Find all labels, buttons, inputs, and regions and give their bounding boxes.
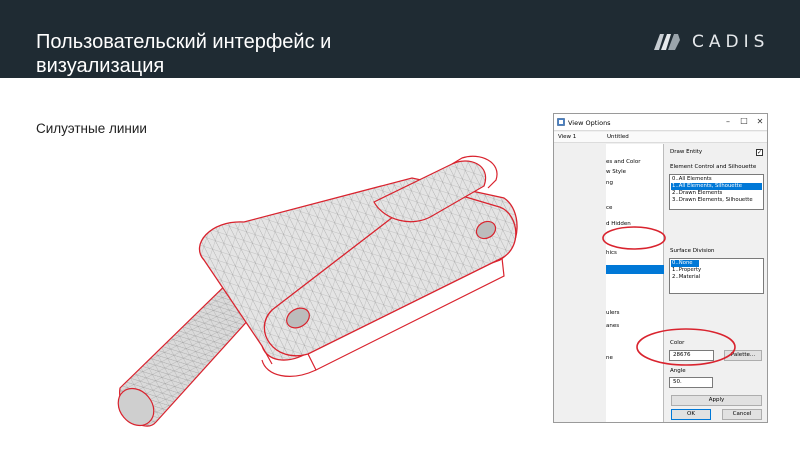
apply-button[interactable]: Apply — [671, 395, 762, 406]
color-field[interactable]: 28676 — [669, 350, 714, 361]
tree-item[interactable]: w Style — [606, 169, 626, 175]
palette-button[interactable]: Palette... — [724, 350, 762, 361]
dialog-title: View Options — [568, 119, 611, 127]
options-panel: Draw Entity ✓ Element Control and Silhou… — [668, 144, 766, 422]
element-control-list[interactable]: 0..All Elements 1..All Elements, Silhoue… — [669, 174, 764, 210]
page-title-line2: визуализация — [36, 55, 165, 77]
draw-entity-label: Draw Entity — [670, 149, 703, 155]
tree-item[interactable]: ng — [606, 180, 613, 186]
surface-division-label: Surface Division — [670, 248, 715, 254]
list-item-selected[interactable]: 0..None — [672, 260, 693, 266]
list-item[interactable]: 1..Property — [672, 267, 701, 273]
tree-item[interactable]: ce — [606, 205, 612, 211]
draw-entity-checkbox[interactable]: ✓ — [756, 149, 763, 156]
tree-item[interactable]: anes — [606, 323, 619, 329]
dialog-titlebar[interactable]: View Options – □ ✕ — [554, 114, 767, 131]
surface-division-list[interactable]: 0..None 1..Property 2..Material — [669, 258, 764, 294]
page-title: Пользовательский интерфейс и визуализаци… — [36, 30, 331, 78]
tree-item[interactable]: ulers — [606, 310, 620, 316]
list-item[interactable]: 0..All Elements — [672, 176, 712, 182]
angle-field[interactable]: 50. — [669, 377, 713, 388]
angle-label: Angle — [670, 368, 686, 374]
tree-item[interactable]: d Hidden — [606, 221, 631, 227]
minimize-icon[interactable]: – — [722, 117, 734, 126]
tree-item[interactable]: hics — [606, 250, 617, 256]
list-item-selected[interactable]: 1..All Elements, Silhouette — [672, 183, 742, 189]
maximize-icon[interactable]: □ — [738, 116, 750, 125]
tree-item-selected[interactable] — [606, 265, 664, 274]
view-options-dialog: View Options – □ ✕ View 1 Untitled es an… — [553, 113, 768, 423]
close-icon[interactable]: ✕ — [754, 117, 766, 126]
tab-view-1[interactable]: View 1 — [558, 134, 576, 140]
logo-text: CADIS — [692, 32, 770, 52]
element-control-label: Element Control and Silhouette — [670, 164, 757, 170]
list-item[interactable]: 2..Material — [672, 274, 700, 280]
cadis-logo-icon — [654, 34, 680, 50]
tree-item[interactable]: es and Color — [606, 159, 640, 165]
tab-untitled[interactable]: Untitled — [607, 134, 629, 140]
section-subtitle: Силуэтные линии — [36, 121, 147, 136]
list-item[interactable]: 3..Drawn Elements, Silhouette — [672, 197, 753, 203]
color-label: Color — [670, 340, 685, 346]
options-tree: es and Color w Style ng ce d Hidden hics… — [606, 144, 664, 422]
list-item[interactable]: 2..Drawn Elements — [672, 190, 722, 196]
page-title-line1: Пользовательский интерфейс и — [36, 31, 332, 53]
mesh-model-image — [117, 155, 518, 427]
app-icon — [557, 118, 565, 126]
cancel-button[interactable]: Cancel — [722, 409, 762, 420]
dialog-tab-bar: View 1 Untitled — [554, 132, 767, 143]
ok-button[interactable]: OK — [671, 409, 711, 420]
header-bar: Пользовательский интерфейс и визуализаци… — [0, 0, 800, 78]
cadis-logo: CADIS — [652, 27, 769, 57]
tree-item[interactable]: ne — [606, 355, 613, 361]
